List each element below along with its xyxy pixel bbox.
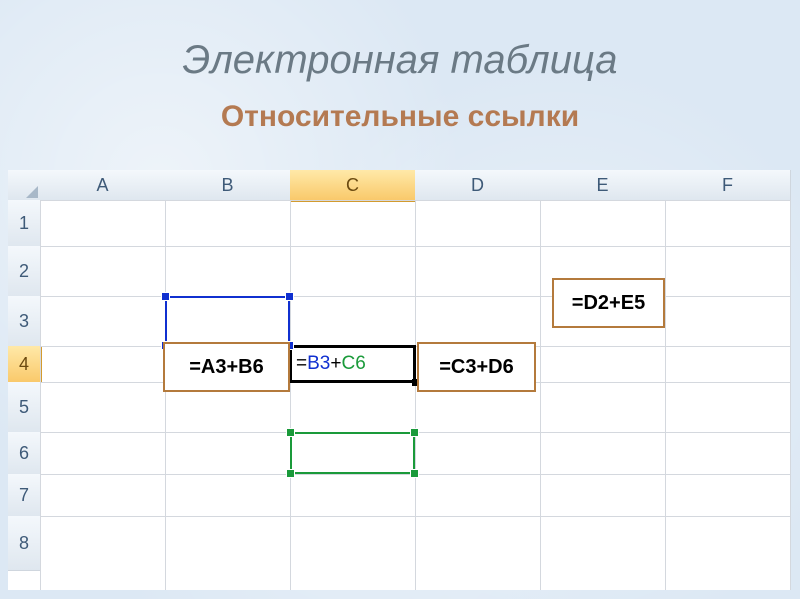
select-all-triangle-icon [26, 186, 38, 198]
slide: Электронная таблица Относительные ссылки… [0, 0, 800, 599]
range-handle[interactable] [410, 428, 419, 437]
formula-ref-1: B3 [307, 353, 330, 374]
formula-ref-2: C6 [341, 353, 365, 374]
formula-label-e3: =D2+E5 [552, 278, 665, 328]
slide-subtitle: Относительные ссылки [0, 100, 800, 134]
row-header-7[interactable]: 7 [8, 474, 41, 517]
reference-range-b3 [165, 296, 290, 346]
row-header-4[interactable]: 4 [8, 346, 42, 383]
column-header-c[interactable]: C [290, 170, 416, 202]
range-handle[interactable] [410, 469, 419, 478]
select-all-corner[interactable] [8, 170, 41, 201]
row-header-6[interactable]: 6 [8, 432, 41, 475]
column-header-a[interactable]: A [40, 170, 166, 201]
formula-plus: + [330, 353, 341, 374]
range-handle[interactable] [286, 428, 295, 437]
row-header-5[interactable]: 5 [8, 382, 41, 433]
slide-title: Электронная таблица [0, 38, 800, 83]
column-header-e[interactable]: E [540, 170, 666, 201]
column-header-d[interactable]: D [415, 170, 541, 201]
formula-label-d4: =C3+D6 [417, 342, 536, 392]
range-handle[interactable] [286, 469, 295, 478]
formula-equals: = [296, 353, 307, 374]
spreadsheet: ABCDEF 12345678 =B3+C6 [8, 170, 790, 590]
row-header-2[interactable]: 2 [8, 246, 41, 297]
column-header-f[interactable]: F [665, 170, 791, 201]
formula-label-b4: =A3+B6 [163, 342, 290, 392]
range-handle[interactable] [285, 292, 294, 301]
reference-range-c6 [290, 432, 415, 474]
row-header-8[interactable]: 8 [8, 516, 41, 571]
column-header-b[interactable]: B [165, 170, 291, 201]
row-header-1[interactable]: 1 [8, 200, 41, 247]
row-header-3[interactable]: 3 [8, 296, 41, 347]
grid-cells[interactable]: =B3+C6 [40, 200, 790, 590]
range-handle[interactable] [161, 292, 170, 301]
cell-edit-text[interactable]: =B3+C6 [296, 353, 366, 375]
